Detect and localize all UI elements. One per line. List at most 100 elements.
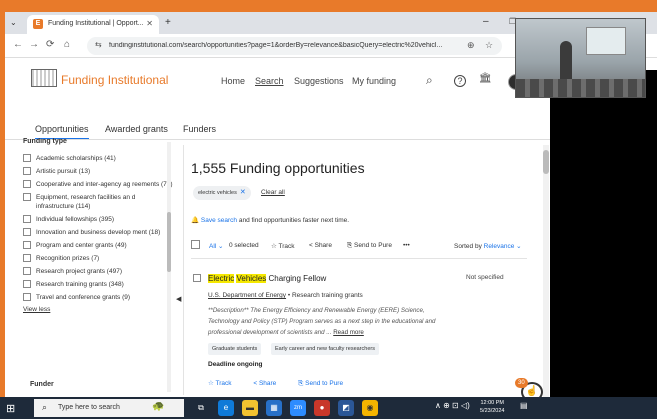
filter-label: Individual fellowships (395) [36, 216, 115, 223]
filter-item[interactable]: Program and center grants (49) [23, 241, 173, 250]
send-to-pure-button[interactable]: ⎘ Send to Pure [347, 242, 392, 250]
filter-sidebar: Funding type Academic scholarships (41) … [23, 138, 173, 388]
funder-link[interactable]: U.S. Department of Energy [208, 292, 286, 299]
collapse-sidebar-icon[interactable]: ◀ [176, 295, 181, 303]
sidebar-scroll-thumb[interactable] [167, 212, 171, 272]
result-share-button[interactable]: < Share [253, 380, 286, 387]
description-text: **Description** The Energy Efficiency an… [208, 307, 436, 336]
result-actions: ☆ Track < Share ⎘ Send to Pure [208, 379, 363, 388]
logo-text[interactable]: Funding Institutional [61, 73, 168, 87]
view-less-link[interactable]: View less [23, 306, 173, 313]
filter-checkbox[interactable] [23, 167, 31, 175]
url-text[interactable]: fundinginstitutional.com/search/opportun… [109, 42, 449, 49]
track-button[interactable]: ☆ Track [271, 242, 295, 250]
filter-item[interactable]: Innovation and business develop ment (18… [23, 228, 173, 237]
photos-app-icon[interactable]: ◩ [338, 400, 354, 416]
filter-item[interactable]: Recognition prizes (7) [23, 254, 173, 263]
file-explorer-icon[interactable]: ▬ [242, 400, 258, 416]
help-icon[interactable]: ? [454, 75, 466, 87]
filter-label: Research training grants (348) [36, 281, 124, 288]
tab-funders[interactable]: Funders [183, 124, 216, 134]
media-app-icon[interactable]: ● [314, 400, 330, 416]
main-scroll-thumb[interactable] [543, 150, 549, 174]
result-send-label: Send to Pure [305, 380, 344, 387]
forward-button[interactable]: → [29, 39, 39, 50]
results-toolbar: All ⌄ 0 selected ☆ Track < Share ⎘ Send … [191, 240, 527, 254]
all-dropdown[interactable]: All ⌄ [209, 242, 224, 250]
filter-item[interactable]: Individual fellowships (395) [23, 215, 173, 224]
filter-item[interactable]: Research project grants (497) [23, 267, 173, 276]
zoom-icon[interactable]: ⊕ [467, 40, 475, 51]
system-tray-icons[interactable]: ∧ ⊕ ⊡ ◁) [435, 401, 470, 410]
windows-taskbar: ⊞ ⌕ Type here to search 🐢 ⧉ e ▬ ▦ zm ● ◩… [0, 397, 657, 419]
task-view-icon[interactable]: ⧉ [193, 400, 209, 416]
filter-item[interactable]: Equipment, research facilities an d infr… [23, 193, 173, 211]
zoom-app-icon[interactable]: zm [290, 400, 306, 416]
filter-item[interactable]: Artistic pursuit (13) [23, 167, 173, 176]
windows-start-icon[interactable]: ⊞ [6, 402, 15, 415]
calendar-icon[interactable]: ▦ [266, 400, 282, 416]
search-icon[interactable]: ⌕ [426, 73, 433, 88]
filter-checkbox[interactable] [23, 154, 31, 162]
result-checkbox[interactable] [193, 274, 201, 282]
filter-checkbox[interactable] [23, 228, 31, 236]
browser-tab[interactable]: E Funding Institutional | Opport... ✕ [27, 15, 159, 34]
tab-awarded-grants[interactable]: Awarded grants [105, 124, 168, 134]
taskbar-clock[interactable]: 12:00 PM 5/23/2024 [480, 399, 504, 415]
search-term-chip[interactable]: electric vehicles ✕ [193, 186, 251, 200]
chip-close-icon[interactable]: ✕ [240, 189, 246, 196]
notifications-icon[interactable]: ▤ [520, 401, 528, 410]
filter-item[interactable]: Academic scholarships (41) [23, 154, 173, 163]
select-all-checkbox[interactable] [191, 240, 200, 249]
filter-checkbox[interactable] [23, 293, 31, 301]
clear-all-link[interactable]: Clear all [261, 189, 285, 196]
filter-checkbox[interactable] [23, 180, 31, 188]
result-title-link[interactable]: Electric Vehicles Charging Fellow [208, 274, 326, 283]
filter-item[interactable]: Research training grants (348) [23, 280, 173, 289]
filter-checkbox[interactable] [23, 241, 31, 249]
tab-close-icon[interactable]: ✕ [146, 19, 153, 28]
minimize-button[interactable]: – [483, 16, 489, 27]
taskbar-search-field[interactable]: ⌕ Type here to search 🐢 [34, 399, 184, 417]
sort-control[interactable]: Sorted by Relevance ⌄ [454, 242, 522, 250]
filter-checkbox[interactable] [23, 267, 31, 275]
filter-label: Equipment, research facilities an d infr… [36, 194, 136, 210]
site-info-icon[interactable]: ⇆ [95, 40, 102, 49]
edge-icon[interactable]: e [218, 400, 234, 416]
filter-checkbox[interactable] [23, 254, 31, 262]
url-field[interactable]: ⇆ fundinginstitutional.com/search/opport… [87, 37, 502, 55]
filter-label: Innovation and business develop ment (18… [36, 229, 161, 236]
nav-my-funding[interactable]: My funding [352, 76, 396, 86]
read-more-link[interactable]: Read more [333, 329, 364, 336]
back-button[interactable]: ← [13, 39, 23, 50]
sorted-by-label: Sorted by [454, 243, 482, 250]
overlay-black-area [550, 70, 657, 412]
logo-image[interactable] [31, 69, 57, 87]
taskbar-search-placeholder: Type here to search [58, 404, 120, 411]
filter-item[interactable]: Cooperative and inter-agency ag reements… [23, 180, 173, 189]
nav-suggestions[interactable]: Suggestions [294, 76, 344, 86]
chrome-icon[interactable]: ◉ [362, 400, 378, 416]
share-button[interactable]: < Share [309, 242, 332, 249]
sort-value[interactable]: Relevance [484, 243, 515, 250]
filter-checkbox[interactable] [23, 280, 31, 288]
nav-search[interactable]: Search [255, 76, 284, 86]
new-tab-button[interactable]: + [165, 17, 171, 28]
filter-label: Research project grants (497) [36, 268, 122, 275]
result-track-button[interactable]: ☆ Track [208, 380, 242, 387]
save-search-text: and find opportunities faster next time. [237, 217, 350, 224]
home-button[interactable]: ⌂ [64, 39, 70, 50]
main-scrollbar[interactable] [543, 145, 549, 405]
institution-icon[interactable]: 🏛 [479, 73, 492, 84]
nav-home[interactable]: Home [221, 76, 245, 86]
reload-button[interactable]: ⟳ [46, 39, 54, 50]
result-send-button[interactable]: ⎘ Send to Pure [298, 380, 353, 387]
result-status: Not specified [466, 274, 504, 281]
filter-checkbox[interactable] [23, 215, 31, 223]
save-search-link[interactable]: Save search [201, 217, 237, 224]
filter-checkbox[interactable] [23, 193, 31, 201]
more-options-icon[interactable]: ••• [403, 242, 410, 249]
tab-search-dropdown-icon[interactable]: ⌄ [10, 18, 17, 27]
filter-item[interactable]: Travel and conference grants (9) [23, 293, 173, 302]
bookmark-star-icon[interactable]: ☆ [485, 40, 493, 51]
